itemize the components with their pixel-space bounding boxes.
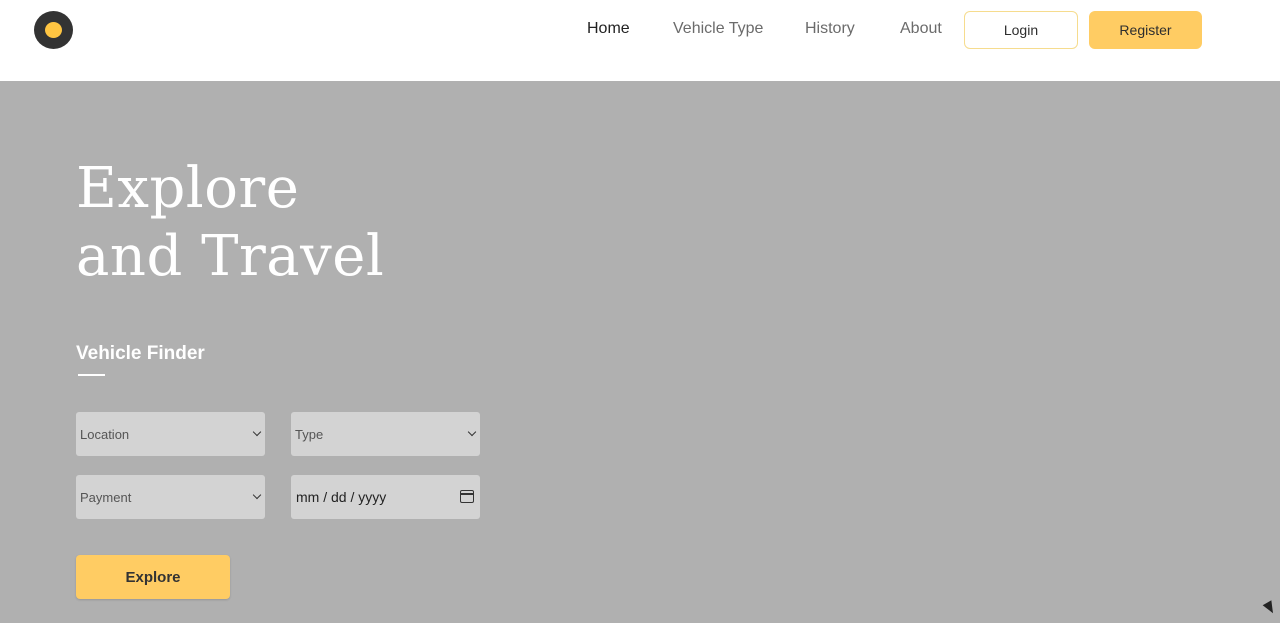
site-header: Home Vehicle Type History About Login Re… <box>0 0 1280 81</box>
calendar-icon[interactable] <box>460 490 474 503</box>
payment-select-value: Payment <box>80 489 132 505</box>
type-select[interactable]: Type <box>291 412 480 456</box>
register-button-label: Register <box>1119 22 1172 38</box>
location-select-value: Location <box>80 426 130 442</box>
hero-title-line-1: Explore <box>76 156 300 221</box>
nav-home[interactable]: Home <box>587 19 630 39</box>
nav-history[interactable]: History <box>805 19 855 39</box>
login-button[interactable]: Login <box>964 11 1078 49</box>
date-input-value: mm / dd / yyyy <box>296 489 387 505</box>
hero-section: Explore and Travel Vehicle Finder Locati… <box>0 81 1280 623</box>
nav-about[interactable]: About <box>900 19 942 39</box>
logo-dot <box>45 22 62 38</box>
nav-vehicle-type[interactable]: Vehicle Type <box>673 19 763 39</box>
vehicle-finder-heading: Vehicle Finder <box>76 343 205 364</box>
logo-icon[interactable] <box>34 11 73 49</box>
payment-select[interactable]: Payment <box>76 475 265 519</box>
chevron-down-icon <box>252 490 262 500</box>
explore-button-label: Explore <box>125 568 181 586</box>
heading-underline <box>78 374 105 376</box>
location-select[interactable]: Location <box>76 412 265 456</box>
type-select-value: Type <box>295 426 324 442</box>
register-button[interactable]: Register <box>1089 11 1202 49</box>
hero-title-line-2: and Travel <box>76 224 385 289</box>
explore-button[interactable]: Explore <box>76 555 230 599</box>
chevron-down-icon <box>252 427 262 437</box>
login-button-label: Login <box>1003 22 1039 38</box>
hero-title: Explore and Travel <box>76 155 384 291</box>
date-input[interactable]: mm / dd / yyyy <box>291 475 480 519</box>
chevron-down-icon <box>467 427 477 437</box>
